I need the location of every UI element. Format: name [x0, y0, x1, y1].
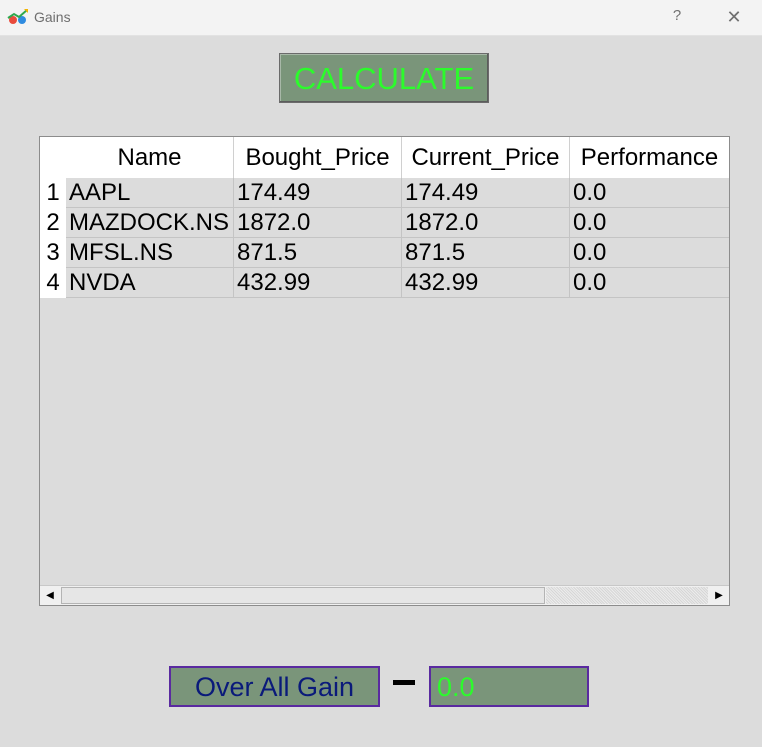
dash-separator — [393, 680, 415, 685]
column-header-name[interactable]: Name — [66, 137, 234, 178]
column-header-bought-price[interactable]: Bought_Price — [234, 137, 402, 178]
holdings-table[interactable]: Name Bought_Price Current_Price Performa… — [39, 136, 730, 606]
title-bar: Gains ? ✕ — [0, 0, 762, 36]
help-button[interactable]: ? — [668, 7, 686, 27]
table-cell[interactable]: 0.0 — [570, 238, 729, 268]
window-title: Gains — [34, 9, 71, 25]
row-header[interactable]: 1 — [40, 178, 66, 208]
overall-gain-label: Over All Gain — [169, 666, 380, 707]
table-cell[interactable]: MAZDOCK.NS — [66, 208, 234, 238]
scroll-left-arrow-icon[interactable]: ◀ — [40, 586, 60, 605]
column-header-performance[interactable]: Performance — [570, 137, 729, 178]
row-header[interactable]: 3 — [40, 238, 66, 268]
horizontal-scrollbar[interactable]: ◀ ▶ — [40, 585, 729, 605]
table-cell[interactable]: MFSL.NS — [66, 238, 234, 268]
table-cell[interactable]: 871.5 — [234, 238, 402, 268]
table-cell[interactable]: AAPL — [66, 178, 234, 208]
close-icon[interactable]: ✕ — [722, 5, 746, 29]
column-header-current-price[interactable]: Current_Price — [402, 137, 570, 178]
table-cell[interactable]: 432.99 — [402, 268, 570, 298]
table-cell[interactable]: 174.49 — [402, 178, 570, 208]
scrollbar-track[interactable] — [546, 587, 708, 604]
table-cell[interactable]: 1872.0 — [234, 208, 402, 238]
table-cell[interactable]: NVDA — [66, 268, 234, 298]
table-cell[interactable]: 0.0 — [570, 178, 729, 208]
overall-gain-value: 0.0 — [429, 666, 589, 707]
table-cell[interactable]: 0.0 — [570, 268, 729, 298]
table-cell[interactable]: 432.99 — [234, 268, 402, 298]
table-corner — [40, 137, 66, 178]
scrollbar-thumb[interactable] — [61, 587, 545, 604]
table-cell[interactable]: 1872.0 — [402, 208, 570, 238]
scroll-right-arrow-icon[interactable]: ▶ — [709, 586, 729, 605]
calculate-button[interactable]: CALCULATE — [279, 53, 489, 103]
row-header[interactable]: 4 — [40, 268, 66, 298]
table-cell[interactable]: 871.5 — [402, 238, 570, 268]
table-cell[interactable]: 174.49 — [234, 178, 402, 208]
table-cell[interactable]: 0.0 — [570, 208, 729, 238]
chart-app-icon — [7, 9, 28, 24]
row-header[interactable]: 2 — [40, 208, 66, 238]
